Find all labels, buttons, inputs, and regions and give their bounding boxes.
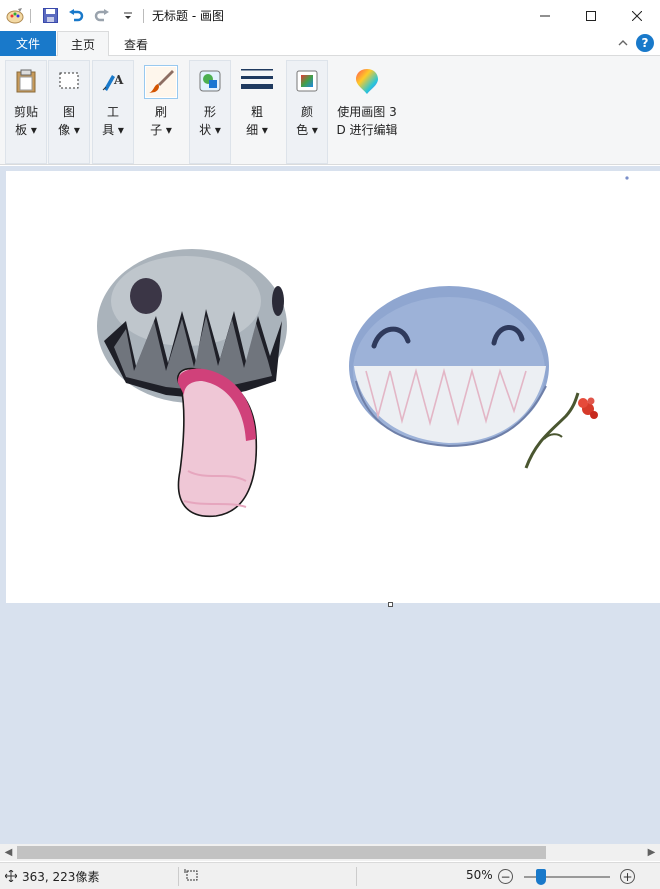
clipboard-label: 剪贴 板 ▾ [13,105,38,137]
paint3d-label: 使用画图 3 D 进行编辑 [336,105,398,137]
help-icon[interactable]: ? [636,34,654,52]
size-icon [241,65,273,97]
size-group[interactable]: 粗 细 ▾ [236,60,278,164]
zoom-slider-thumb[interactable] [536,869,547,885]
maximize-icon [586,10,596,21]
ribbon-controls: ? [618,34,654,52]
tools-group[interactable]: A 工 具 ▾ [92,60,134,164]
shapes-label: 形 状 ▾ [199,105,221,137]
customize-qa-icon[interactable] [117,5,139,27]
title-bar: 无标题 - 画图 [0,0,660,31]
save-icon[interactable] [39,5,61,27]
drawing-canvas[interactable] [6,171,660,603]
tools-label: 工 具 ▾ [102,105,124,137]
tools-icon: A [97,65,129,97]
selection-size-icon [184,869,198,881]
brush-icon [144,65,178,99]
zoom-level: 50% [466,868,493,882]
ribbon: 剪贴 板 ▾ 图 像 ▾ A 工 具 ▾ 刷 子 ▾ 形 状 ▾ 粗 细 ▾ 颜… [0,56,660,165]
select-icon [53,65,85,97]
status-divider-2 [356,867,357,886]
minimize-icon [540,15,550,16]
close-icon [632,10,642,21]
shapes-icon [194,65,226,97]
tab-home[interactable]: 主页 [57,31,109,57]
qa-divider [30,8,31,23]
close-button[interactable] [614,0,660,31]
tab-file[interactable]: 文件 [0,31,56,56]
svg-text:A: A [113,73,124,87]
window-controls [522,0,660,31]
image-label: 图 像 ▾ [58,105,80,137]
size-label: 粗 细 ▾ [246,105,268,137]
cursor-position-icon [5,870,17,882]
zoom-in-icon[interactable]: + [620,869,635,884]
ribbon-tabs: 文件 主页 查看 ? [0,31,660,57]
brushes-label: 刷 子 ▾ [150,105,172,137]
canvas-drawing [97,176,629,518]
minimize-button[interactable] [522,0,568,31]
brushes-group[interactable]: 刷 子 ▾ [136,60,186,164]
cursor-position: 363, 223像素 [22,870,100,884]
paint3d-group[interactable]: 使用画图 3 D 进行编辑 [330,60,404,164]
horizontal-scrollbar[interactable]: ◀ ▶ [0,844,660,861]
maximize-button[interactable] [568,0,614,31]
status-bar: 363, 223像素 50% − + [0,862,660,889]
image-group[interactable]: 图 像 ▾ [48,60,90,164]
canvas-area[interactable] [0,166,660,844]
scrollbar-thumb[interactable] [17,846,546,859]
undo-icon[interactable] [65,5,87,27]
quick-access-toolbar [0,0,148,31]
scroll-left-arrow[interactable]: ◀ [0,844,17,861]
scroll-right-arrow[interactable]: ▶ [643,844,660,861]
clipboard-group[interactable]: 剪贴 板 ▾ [5,60,47,164]
clipboard-icon [10,65,42,97]
blob-drawing [349,286,598,469]
colors-label: 颜 色 ▾ [296,105,318,137]
zoom-out-icon[interactable]: − [498,869,513,884]
tab-view[interactable]: 查看 [110,31,162,57]
paint-app-icon[interactable] [4,5,26,27]
canvas-resize-handle[interactable] [388,602,393,607]
status-divider-1 [178,867,179,886]
qa-divider-2 [143,8,144,23]
chomp-drawing [97,249,287,518]
paint3d-icon [351,65,383,97]
colors-icon [291,65,323,97]
window-title: 无标题 - 画图 [152,9,224,23]
collapse-ribbon-icon[interactable] [618,39,628,47]
colors-group[interactable]: 颜 色 ▾ [286,60,328,164]
redo-icon[interactable] [91,5,113,27]
shapes-group[interactable]: 形 状 ▾ [189,60,231,164]
